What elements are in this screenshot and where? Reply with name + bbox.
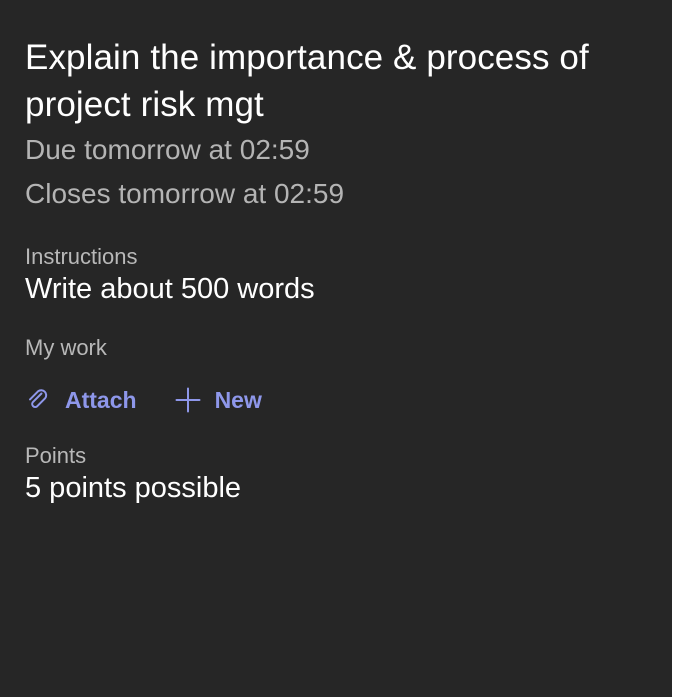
assignment-title: Explain the importance & process of proj… — [25, 38, 589, 124]
paperclip-icon — [25, 387, 51, 413]
points-label: Points — [25, 443, 87, 468]
new-button[interactable]: New — [175, 387, 262, 414]
due-date: Due tomorrow at 02:59 — [25, 134, 310, 165]
assignment-panel: Explain the importance & process of proj… — [0, 0, 672, 697]
instructions-text: Write about 500 words — [25, 273, 315, 305]
attach-label: Attach — [65, 386, 137, 413]
new-label: New — [214, 386, 262, 413]
points-text: 5 points possible — [25, 472, 242, 504]
attach-button[interactable]: Attach — [25, 387, 137, 414]
close-date: Closes tomorrow at 02:59 — [25, 178, 345, 209]
my-work-actions: Attach New — [25, 380, 648, 420]
plus-icon — [175, 387, 201, 413]
instructions-label: Instructions — [25, 244, 138, 269]
my-work-label: My work — [25, 335, 107, 360]
